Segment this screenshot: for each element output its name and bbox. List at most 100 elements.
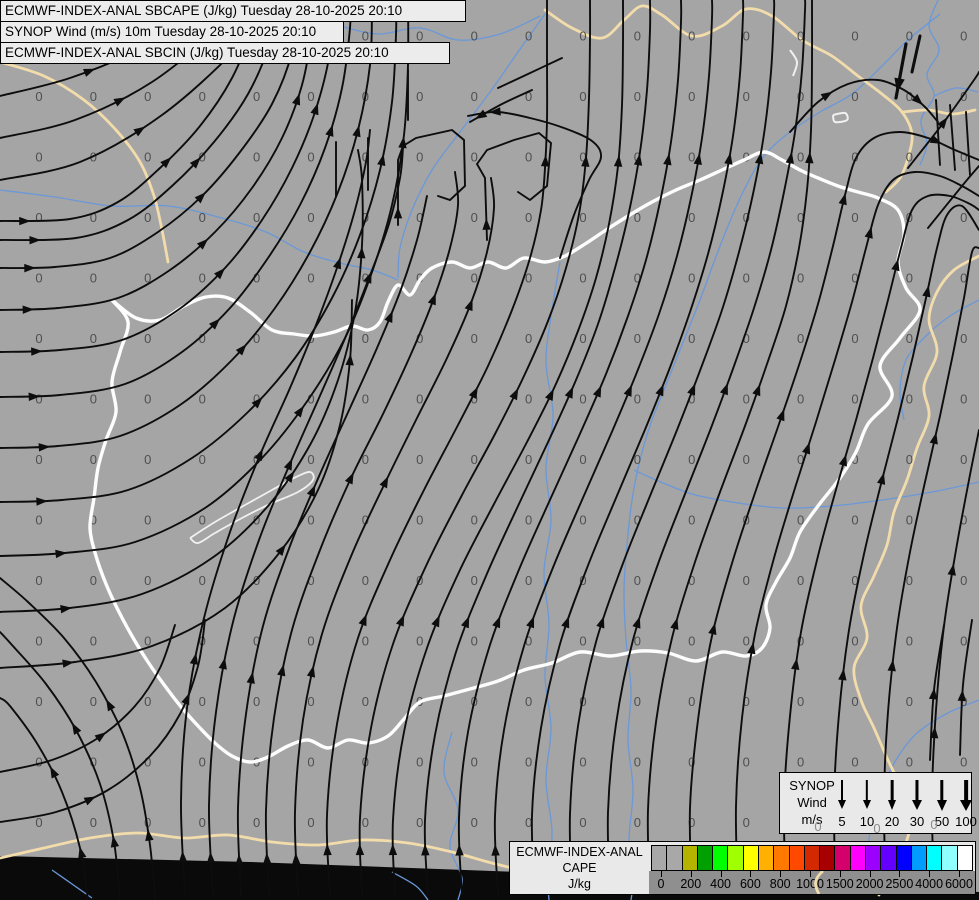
- cape-grid-value: 0: [471, 89, 478, 104]
- cape-color-cell: [758, 846, 775, 870]
- cape-grid-value: 0: [851, 634, 858, 649]
- cape-grid-value: 0: [35, 634, 42, 649]
- cape-grid-value: 0: [743, 573, 750, 588]
- cape-scale-labels: 0 200 400 600 800 1000 1500 2000 2500 4000 6000: [649, 871, 975, 894]
- cape-grid-value: 0: [688, 150, 695, 165]
- map-header: ECMWF-INDEX-ANAL SBCAPE (J/kg) Tuesday 2…: [0, 0, 466, 64]
- cape-grid-value: 0: [307, 815, 314, 830]
- cape-color-cell: [728, 846, 744, 870]
- cape-grid-value: 0: [634, 755, 641, 770]
- cape-grid-value: 0: [851, 513, 858, 528]
- cape-grid-value: 0: [90, 573, 97, 588]
- cape-scale-value: 6000: [945, 877, 973, 891]
- header-line-sbcape: ECMWF-INDEX-ANAL SBCAPE (J/kg) Tuesday 2…: [0, 0, 466, 22]
- wind-legend-title-line: Wind: [797, 795, 827, 810]
- cape-color-cell: [652, 846, 668, 870]
- cape-color-cell: [667, 846, 683, 870]
- cape-color-cell: [850, 846, 866, 870]
- cape-grid-value: 0: [307, 634, 314, 649]
- cape-grid-value: 0: [471, 452, 478, 467]
- cape-grid-value: 0: [579, 755, 586, 770]
- cape-grid-value: 0: [688, 513, 695, 528]
- cape-grid-value: 0: [797, 392, 804, 407]
- down-arrow-head-icon: [863, 800, 871, 809]
- cape-grid-value: 0: [471, 271, 478, 286]
- cape-color-cell: [927, 846, 943, 870]
- cape-grid-value: 0: [471, 210, 478, 225]
- cape-grid-value: 0: [634, 89, 641, 104]
- down-arrow-icon: [964, 780, 968, 801]
- cape-grid-value: 0: [90, 271, 97, 286]
- cape-grid-value: 0: [307, 452, 314, 467]
- cape-grid-value: 0: [525, 331, 532, 346]
- down-arrow-icon: [841, 780, 843, 801]
- cape-grid-value: 0: [199, 452, 206, 467]
- cape-grid-value: 0: [362, 694, 369, 709]
- cape-grid-value: 0: [743, 452, 750, 467]
- cape-grid-value: 0: [851, 755, 858, 770]
- cape-grid-value: 0: [851, 331, 858, 346]
- cape-grid-value: 0: [634, 331, 641, 346]
- cape-grid-value: 0: [144, 513, 151, 528]
- weather-map-screenshot: 0 0 0 0 0 0 0 0 0 0 0 0 0 0 0 0 0 0 0 0 0 0 0 0 0 0 0 0 0 0 0 0 0 0 0 0 0 0 0 0…: [0, 0, 979, 900]
- cape-grid-value: 0: [90, 89, 97, 104]
- cape-legend: ECMWF-INDEX-ANAL CAPE J/kg 0 200 400 600 800…: [509, 841, 976, 895]
- cape-color-cell: [713, 846, 729, 870]
- cape-grid-value: 0: [906, 29, 913, 44]
- cape-grid-value: 0: [416, 815, 423, 830]
- cape-grid-value: 0: [797, 271, 804, 286]
- cape-grid-value: 0: [253, 694, 260, 709]
- cape-grid-value: 0: [362, 815, 369, 830]
- cape-color-cell: [743, 846, 759, 870]
- cape-grid-value: 0: [960, 210, 967, 225]
- cape-grid-value: 0: [688, 29, 695, 44]
- cape-grid-value: 0: [814, 818, 822, 834]
- cape-grid-value: 0: [743, 271, 750, 286]
- cape-grid-value: 0: [634, 815, 641, 830]
- cape-grid-value: 0: [144, 210, 151, 225]
- cape-grid-value: 0: [362, 392, 369, 407]
- cape-color-cell: [774, 846, 790, 870]
- cape-grid-value: 0: [416, 634, 423, 649]
- cape-legend-title-line: ECMWF-INDEX-ANAL: [516, 845, 643, 859]
- cape-grid-value: 0: [688, 89, 695, 104]
- cape-grid-value: 0: [525, 755, 532, 770]
- cape-grid-value: 0: [35, 452, 42, 467]
- header-line-wind: SYNOP Wind (m/s) 10m Tuesday 28-10-2025 …: [0, 21, 344, 43]
- cape-grid-value: 0: [253, 150, 260, 165]
- cape-grid-value: 0: [35, 89, 42, 104]
- cape-grid-value: 0: [416, 755, 423, 770]
- cape-grid-value: 0: [199, 210, 206, 225]
- cape-grid-value: 0: [579, 331, 586, 346]
- cape-grid-value: 0: [906, 755, 913, 770]
- cape-grid-value: 0: [634, 392, 641, 407]
- cape-color-cell: [881, 846, 897, 870]
- cape-grid-value: 0: [199, 271, 206, 286]
- cape-grid-value: 0: [144, 452, 151, 467]
- down-arrow-head-icon: [912, 800, 922, 810]
- header-line-sbcin: ECMWF-INDEX-ANAL SBCIN (J/kg) Tuesday 28…: [0, 42, 450, 64]
- cape-color-cell: [896, 846, 912, 870]
- cape-grid-value: 0: [579, 634, 586, 649]
- wind-speed-label: 100: [955, 814, 977, 829]
- cape-grid-value: 0: [579, 513, 586, 528]
- cape-grid-value: 0: [797, 573, 804, 588]
- cape-grid-value: 0: [579, 392, 586, 407]
- cape-color-cell: [865, 846, 882, 870]
- cape-grid-value: 0: [144, 694, 151, 709]
- cape-grid-value: 0: [307, 271, 314, 286]
- cape-grid-value: 0: [471, 331, 478, 346]
- cape-grid-value: 0: [743, 89, 750, 104]
- down-arrow-icon: [940, 780, 944, 801]
- cape-color-cell: [804, 846, 821, 870]
- cape-grid-value: 0: [906, 634, 913, 649]
- cape-grid-value: 0: [634, 694, 641, 709]
- cape-grid-value: 0: [797, 150, 804, 165]
- cape-grid-value: 0: [873, 820, 881, 836]
- cape-grid-value: 0: [688, 634, 695, 649]
- down-arrow-icon: [915, 780, 919, 801]
- cape-grid-value: 0: [743, 392, 750, 407]
- cape-grid-value: 0: [525, 29, 532, 44]
- cape-grid-value: 0: [416, 150, 423, 165]
- cape-grid-value: 0: [307, 89, 314, 104]
